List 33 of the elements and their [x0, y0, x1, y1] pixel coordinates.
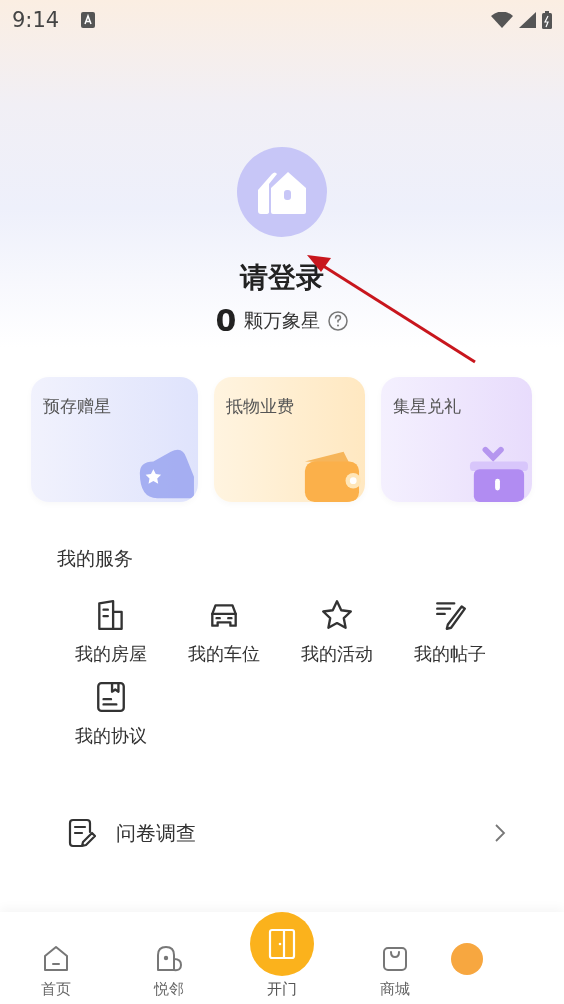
battery-icon — [542, 11, 552, 29]
help-icon[interactable] — [328, 310, 349, 331]
star-icon — [319, 598, 354, 632]
section-title: 我的服务 — [56, 546, 134, 571]
card-title: 预存赠星 — [43, 395, 111, 418]
house-icon — [256, 170, 308, 214]
form-icon — [68, 818, 96, 848]
tab[interactable]: 首页 — [0, 944, 113, 999]
wifi-icon — [491, 12, 513, 28]
keyboard-notification-icon — [81, 12, 96, 28]
chevron-right-icon — [494, 823, 506, 843]
avatar-tab[interactable] — [451, 943, 484, 975]
open-door-button[interactable]: 开门 — [225, 912, 339, 999]
survey-row[interactable]: 问卷调查 — [68, 818, 506, 848]
status-time: 9:14 — [12, 8, 60, 32]
service-item[interactable]: 我的活动 — [280, 598, 393, 666]
neighbor-icon — [154, 944, 185, 974]
service-item[interactable]: 我的帖子 — [393, 598, 506, 666]
card-title: 抵物业费 — [226, 395, 294, 418]
service-item[interactable]: 我的房屋 — [54, 598, 167, 666]
feature-card[interactable]: 抵物业费 — [214, 377, 365, 502]
service-item[interactable]: 我的车位 — [167, 598, 280, 666]
tab[interactable]: 悦邻 — [112, 944, 226, 999]
stars-count: 0 — [215, 303, 237, 338]
feature-card[interactable]: 集星兑礼 — [381, 377, 532, 502]
login-prompt[interactable]: 请登录 — [240, 259, 324, 297]
service-item[interactable]: 我的协议 — [54, 680, 167, 748]
feature-card[interactable]: 预存赠星 — [31, 377, 198, 502]
card-title: 集星兑礼 — [393, 395, 461, 418]
door-icon — [267, 928, 297, 960]
tab[interactable]: 商城 — [338, 944, 452, 999]
signal-icon — [519, 12, 536, 28]
stars-label: 颗万象星 — [244, 307, 321, 333]
